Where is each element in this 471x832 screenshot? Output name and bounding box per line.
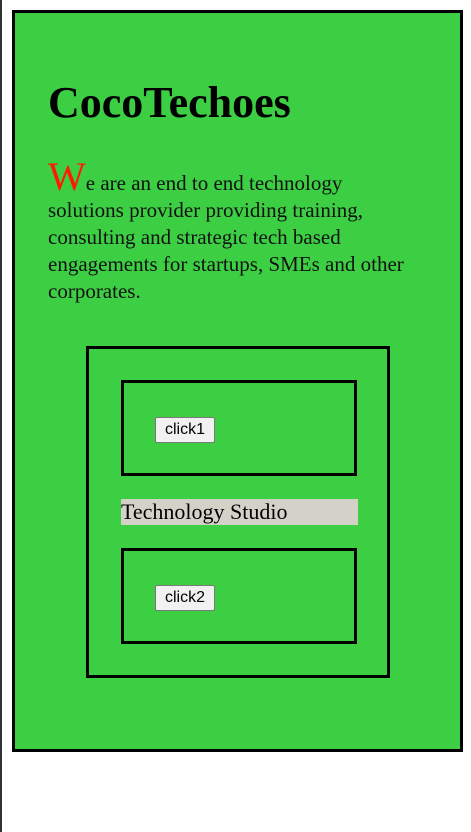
company-card: CocoTechoes We are an end to end technol… <box>12 10 463 752</box>
intro-paragraph: We are an end to end technology solution… <box>48 157 408 305</box>
page-left-border <box>0 0 2 832</box>
studio-panel: click1 Technology Studio click2 <box>86 346 390 678</box>
intro-dropcap: W <box>48 154 86 199</box>
click1-button[interactable]: click1 <box>155 417 216 443</box>
page-title: CocoTechoes <box>48 78 291 127</box>
intro-text: e are an end to end technology solutions… <box>48 171 404 303</box>
click1-container: click1 <box>121 380 357 476</box>
click2-container: click2 <box>121 548 357 644</box>
click2-button[interactable]: click2 <box>155 585 216 611</box>
technology-studio-label: Technology Studio <box>121 499 358 525</box>
